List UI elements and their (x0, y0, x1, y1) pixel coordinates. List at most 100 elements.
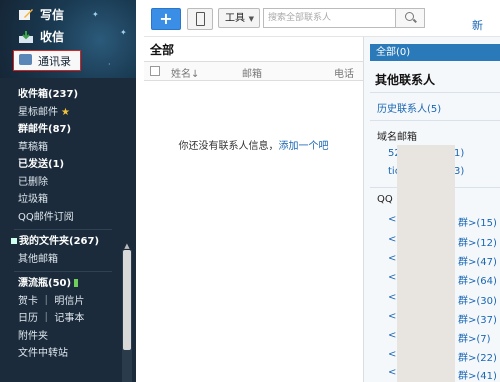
sidebar-item-drafts[interactable]: 草稿箱 (0, 139, 120, 157)
qq-group-left[interactable]: < (388, 214, 396, 225)
qq-group-right[interactable]: 群>(30) (458, 292, 497, 307)
qq-group-right[interactable]: 群>(41) (458, 367, 497, 382)
spam-label: 垃圾箱 (18, 194, 48, 205)
divider (14, 229, 112, 230)
write-icon (18, 8, 34, 22)
add-contact-link[interactable]: 添加一个吧 (279, 141, 329, 152)
tools-dropdown[interactable]: 工具 ▼ (218, 8, 260, 28)
inbox-label: 收件箱(237) (18, 89, 79, 100)
sparkle-icon: · (108, 60, 111, 69)
phone-icon (196, 12, 205, 26)
drift-bottle-label: 漂流瓶(50) (18, 278, 72, 289)
sidebar-item-inbox[interactable]: 收件箱(237) (0, 86, 120, 104)
sidebar-item-deleted[interactable]: 已删除 (0, 174, 120, 192)
qq-group-left[interactable]: < (388, 272, 396, 283)
star-icon: ★ (61, 106, 70, 118)
qq-group-left[interactable]: < (388, 367, 396, 378)
inbox-icon (18, 30, 34, 44)
sidebar-scrollbar[interactable]: ▲ (122, 242, 132, 382)
my-folders-label: 我的文件夹(267) (19, 236, 100, 247)
group-mail-label: 群邮件(87) (18, 124, 72, 135)
search-button[interactable] (395, 8, 425, 28)
receive-button[interactable]: 收信 (18, 28, 64, 45)
column-email: 邮箱 (242, 69, 262, 80)
sidebar-item-spam[interactable]: 垃圾箱 (0, 191, 120, 209)
deleted-label: 已删除 (18, 176, 48, 188)
contacts-icon (19, 54, 32, 65)
other-mailboxes-label: 其他邮箱 (18, 253, 58, 265)
qq-group-right[interactable]: 群>(47) (458, 253, 497, 268)
divider (370, 120, 500, 121)
chevron-down-icon: ▼ (248, 15, 254, 23)
phone-sync-button[interactable] (187, 8, 213, 30)
search-icon-handle (413, 18, 417, 23)
scroll-up-icon[interactable]: ▲ (122, 242, 132, 250)
starred-label: 星标邮件 (18, 106, 58, 118)
bottle-icon (74, 279, 79, 287)
column-name[interactable]: 姓名↓ (171, 65, 199, 80)
domain-row-2b[interactable]: 3) (454, 166, 464, 177)
qq-group-right[interactable]: 群>(37) (458, 311, 497, 326)
qq-group-left[interactable]: < (388, 292, 396, 303)
redaction-block (397, 145, 455, 382)
sidebar-item-sent[interactable]: 已发送(1) (0, 156, 120, 174)
write-button[interactable]: 写信 (18, 6, 64, 23)
sparkle-icon: ✦ (120, 28, 127, 37)
toolbar: + 工具 ▼ 搜索全部联系人 新 (144, 0, 500, 37)
write-label: 写信 (40, 8, 65, 22)
sent-label: 已发送(1) (18, 159, 65, 170)
sparkle-icon: ✦ (92, 10, 99, 19)
sidebar-item-group-mail[interactable]: 群邮件(87) (0, 121, 120, 139)
sidebar-item-attachments[interactable]: 附件夹 (0, 328, 120, 346)
sidebar-item-my-folders[interactable]: 我的文件夹(267) (0, 233, 120, 251)
qq-group-right[interactable]: 群>(12) (458, 234, 497, 249)
sidebar-item-subscriptions[interactable]: QQ邮件订阅 (0, 209, 120, 227)
qq-group-left[interactable]: < (388, 234, 396, 245)
tools-label: 工具 (225, 13, 245, 24)
contact-list: 全部 姓名↓ 邮箱 电话 你还没有联系人信息，添加一个吧 (144, 37, 364, 382)
list-title: 全部 (150, 43, 175, 57)
empty-text: 你还没有联系人信息， (178, 141, 279, 152)
sidebar-item-drift-bottle[interactable]: 漂流瓶(50) (0, 275, 120, 293)
empty-message: 你还没有联系人信息，添加一个吧 (144, 137, 363, 152)
cards-label: 贺卡 ｜ 明信片 (18, 295, 85, 307)
group-all[interactable]: 全部(0) (370, 44, 500, 61)
qq-group-right[interactable]: 群>(22) (458, 349, 497, 364)
other-contacts-title: 其他联系人 (375, 73, 436, 87)
sidebar-header: ✦ ✦ · 写信 收信 通讯录 (0, 0, 136, 78)
contacts-button[interactable]: 通讯录 (13, 50, 81, 71)
sidebar-item-calendar[interactable]: 日历 ｜ 记事本 (0, 310, 120, 328)
divider (370, 92, 500, 93)
column-phone: 电话 (334, 69, 354, 80)
file-transfer-label: 文件中转站 (18, 348, 68, 359)
select-all-checkbox[interactable] (150, 66, 160, 76)
qq-group-right[interactable]: 群>(15) (458, 214, 497, 229)
qq-group-right[interactable]: 群>(64) (458, 272, 497, 287)
sidebar-item-cards[interactable]: 贺卡 ｜ 明信片 (0, 293, 120, 311)
new-link[interactable]: 新 (472, 17, 483, 33)
group-history[interactable]: 历史联系人(5) (377, 100, 441, 115)
domain-title: 域名邮箱 (377, 132, 417, 143)
qq-group-left[interactable]: < (388, 311, 396, 322)
collapse-icon (11, 238, 17, 244)
contacts-label: 通讯录 (38, 55, 71, 68)
qq-group-right[interactable]: 群>(7) (458, 330, 491, 345)
attachments-label: 附件夹 (18, 330, 48, 342)
qq-group-left[interactable]: < (388, 253, 396, 264)
calendar-label: 日历 ｜ 记事本 (18, 313, 85, 324)
list-header: 姓名↓ 邮箱 电话 (144, 61, 363, 81)
sidebar-item-file-transfer[interactable]: 文件中转站 (0, 345, 120, 363)
sidebar: ✦ ✦ · 写信 收信 通讯录 收件箱(237) 星标邮件 ★ 群邮件(87) 草… (0, 0, 136, 382)
receive-label: 收信 (40, 30, 65, 44)
qq-title: QQ (377, 194, 393, 205)
sidebar-item-starred[interactable]: 星标邮件 ★ (0, 104, 120, 122)
sidebar-item-other-mailboxes[interactable]: 其他邮箱 (0, 251, 120, 269)
domain-row-1b[interactable]: 1) (454, 148, 464, 159)
search-input[interactable]: 搜索全部联系人 (263, 8, 396, 28)
divider (14, 271, 112, 272)
scrollbar-thumb[interactable] (123, 250, 131, 350)
qq-group-left[interactable]: < (388, 349, 396, 360)
qq-group-left[interactable]: < (388, 330, 396, 341)
add-contact-button[interactable]: + (151, 8, 181, 30)
drafts-label: 草稿箱 (18, 141, 48, 153)
